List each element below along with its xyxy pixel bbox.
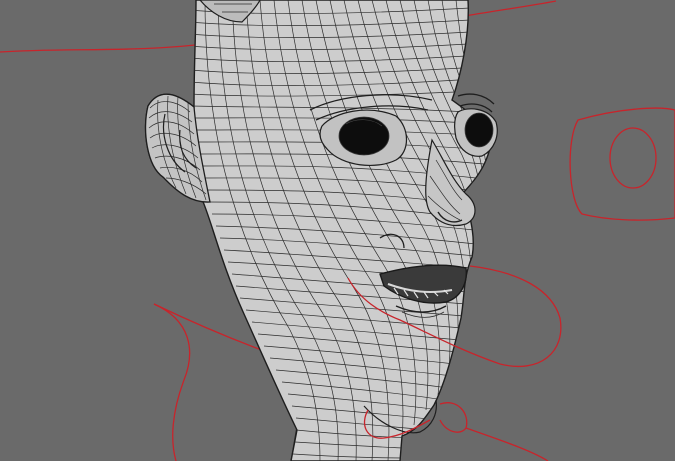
3d-viewport[interactable] — [0, 0, 675, 461]
viewport-canvas[interactable] — [0, 0, 675, 461]
